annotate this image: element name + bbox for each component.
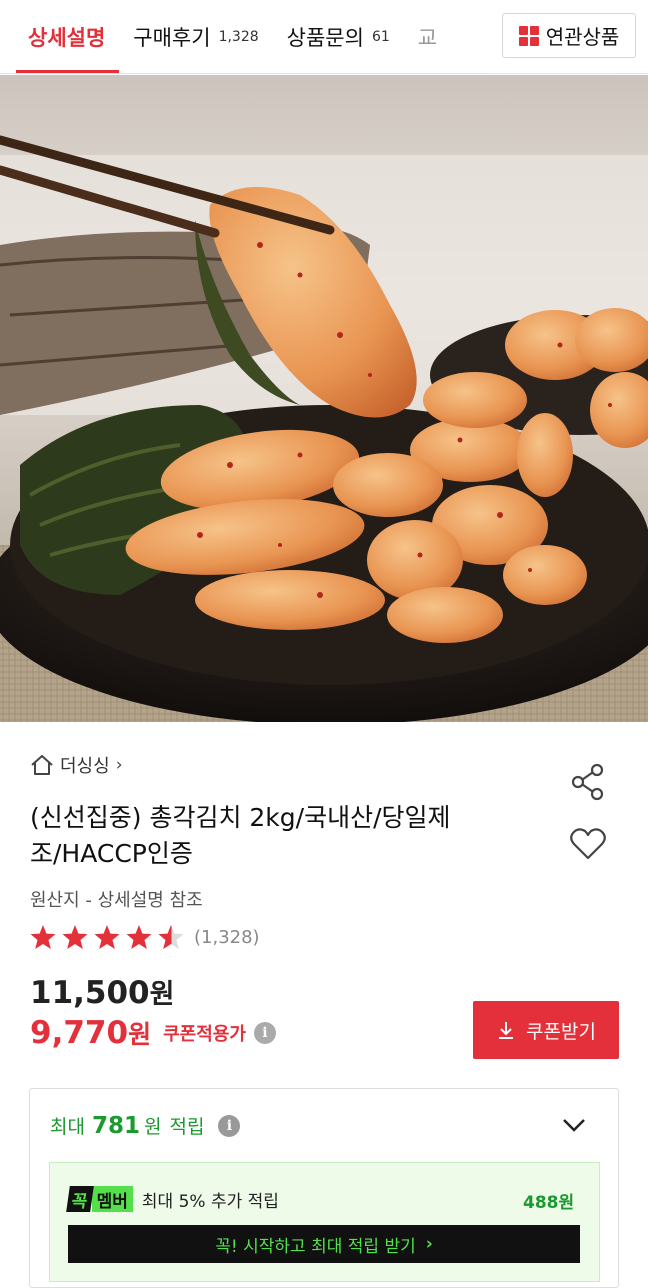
- download-icon: [499, 1022, 514, 1039]
- info-icon[interactable]: i: [253, 1022, 276, 1044]
- tab-detail[interactable]: 상세설명: [0, 0, 120, 73]
- reward-unit: 원: [143, 1116, 162, 1138]
- brand-link[interactable]: 더싱싱 ›: [30, 752, 123, 778]
- reward-info-icon[interactable]: i: [218, 1114, 241, 1137]
- reward-amount: 781: [91, 1112, 140, 1139]
- chevron-down-icon[interactable]: [561, 1116, 587, 1134]
- brand-name: 더싱싱: [60, 756, 110, 777]
- member-join-button[interactable]: 꼭! 시작하고 최대 적립 받기 ›: [68, 1225, 580, 1263]
- chevron-right-icon: ›: [115, 755, 123, 775]
- product-title: (신선집중) 총각김치 2kg/국내산/당일제조/HACCP인증: [30, 803, 451, 868]
- tab-detail-label: 상세설명: [28, 25, 106, 50]
- reward-suffix: 적립: [169, 1116, 205, 1138]
- share-icon[interactable]: [568, 762, 608, 802]
- star-rating-icon: [30, 925, 184, 949]
- heart-icon[interactable]: [568, 824, 608, 864]
- original-price: 11,500원: [30, 972, 174, 1011]
- sale-price-value: 9,770: [30, 1015, 129, 1051]
- member-benefit-row: 꼭 멤버 최대 5% 추가 적립: [66, 1186, 580, 1212]
- coupon-download-label: 쿠폰받기: [526, 1020, 596, 1043]
- member-benefit-box: [49, 1162, 600, 1282]
- member-badge: 꼭 멤버: [66, 1186, 133, 1212]
- rating[interactable]: (1,328): [30, 923, 260, 951]
- original-price-value: 11,500: [30, 975, 150, 1011]
- tab-exchange-label: 교: [417, 25, 438, 50]
- member-benefit-amount: 488원: [523, 1193, 575, 1213]
- tab-qna-count: 61: [371, 28, 390, 45]
- tab-qna[interactable]: 상품문의 61: [273, 0, 404, 73]
- sale-price: 9,770원: [30, 1015, 151, 1051]
- original-price-currency: 원: [149, 979, 175, 1010]
- reward-prefix: 최대: [50, 1116, 85, 1138]
- kimchi-photo: [0, 75, 648, 722]
- related-products-label: 연관상품: [545, 25, 620, 49]
- tab-reviews-label: 구매후기: [133, 25, 211, 50]
- member-benefit-text: 최대 5% 추가 적립: [141, 1191, 279, 1212]
- sale-price-currency: 원: [128, 1020, 152, 1049]
- origin-text: 원산지 - 상세설명 참조: [30, 890, 203, 911]
- coupon-applied-label: 쿠폰적용가: [163, 1024, 246, 1045]
- member-badge-kkok: 꼭: [66, 1186, 94, 1212]
- member-join-label: 꼭! 시작하고 최대 적립 받기: [215, 1236, 416, 1257]
- product-image[interactable]: [0, 75, 648, 722]
- member-badge-member: 멤버: [91, 1186, 133, 1212]
- tab-reviews[interactable]: 구매후기 1,328: [119, 0, 272, 73]
- related-products-button[interactable]: 연관상품: [502, 13, 636, 58]
- chevron-right-icon: ›: [425, 1234, 433, 1254]
- grid-icon: [518, 25, 539, 46]
- tab-qna-label: 상품문의: [286, 25, 364, 50]
- sale-price-row: 9,770원 쿠폰적용가 i: [30, 1015, 276, 1051]
- rating-count: (1,328): [194, 926, 260, 948]
- product-tab-bar: 상세설명 구매후기 1,328 상품문의 61 교 연관상품: [0, 0, 648, 74]
- tab-exchange[interactable]: 교: [404, 0, 444, 73]
- reward-summary[interactable]: 최대 781 원 적립 i: [50, 1112, 241, 1139]
- tab-reviews-count: 1,328: [218, 28, 259, 45]
- home-icon: [31, 755, 53, 775]
- coupon-download-button[interactable]: 쿠폰받기: [473, 1001, 619, 1059]
